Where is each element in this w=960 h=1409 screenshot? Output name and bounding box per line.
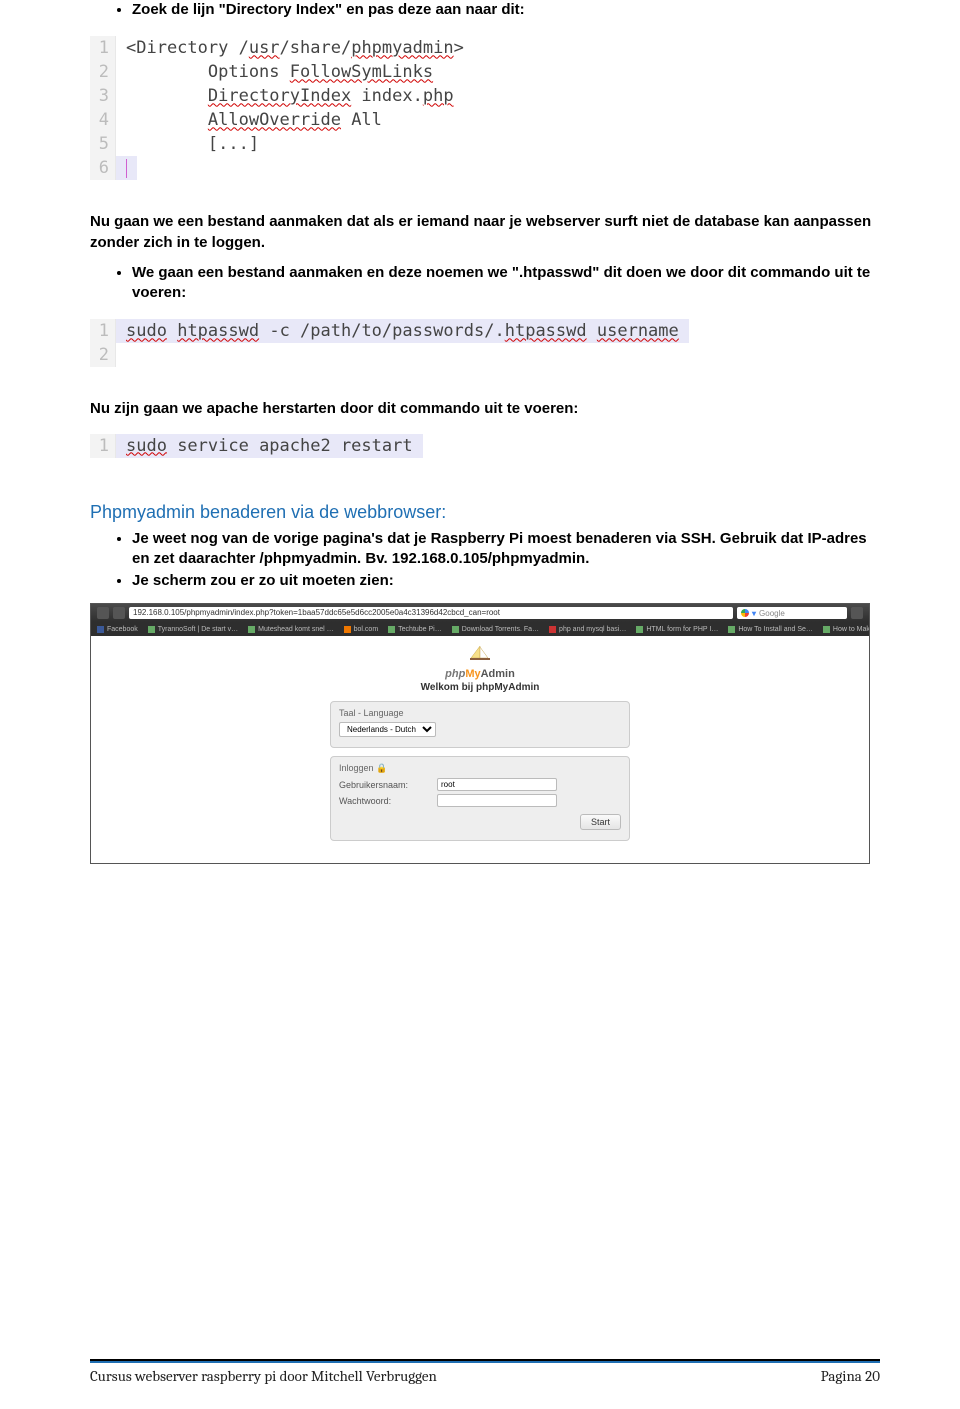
browser-toolbar: 192.168.0.105/phpmyadmin/index.php?token…: [91, 604, 869, 622]
panel-title: Inloggen 🔒: [339, 763, 621, 774]
bookmark-item[interactable]: Facebook: [97, 626, 138, 633]
bookmark-item[interactable]: TyrannoSoft | De start v…: [148, 626, 238, 633]
panel-title: Taal - Language: [339, 708, 621, 718]
favicon-icon: [344, 626, 351, 633]
logo-php: php: [445, 668, 465, 680]
favicon-icon: [823, 626, 830, 633]
bookmark-item[interactable]: HTML form for PHP I…: [636, 626, 718, 633]
bullet-text: Je scherm zou er zo uit moeten zien:: [132, 572, 394, 589]
bookmark-item[interactable]: bol.com: [344, 626, 379, 633]
favicon-icon: [388, 626, 395, 633]
bookmark-label: bol.com: [354, 626, 379, 633]
favicon-icon: [728, 626, 735, 633]
welcome-text: Welkom bij phpMyAdmin: [421, 682, 540, 693]
nav-back-icon[interactable]: [97, 607, 109, 619]
bookmark-label: Download Torrents. Fa…: [462, 626, 539, 633]
code-block-1: 1<Directory /usr/share/phpmyadmin>2 Opti…: [90, 36, 550, 180]
url-text: 192.168.0.105/phpmyadmin/index.php?token…: [133, 608, 500, 617]
bullet-group-2: We gaan een bestand aanmaken en deze noe…: [90, 263, 880, 304]
footer-right: Pagina 20: [821, 1367, 880, 1385]
bookmark-label: Facebook: [107, 626, 138, 633]
page-footer: Cursus webserver raspberry pi door Mitch…: [90, 1359, 880, 1385]
bookmark-label: Muteshead komt snel …: [258, 626, 333, 633]
favicon-icon: [549, 626, 556, 633]
paragraph-text: Nu zijn gaan we apache herstarten door d…: [90, 400, 578, 417]
heading-text: Phpmyadmin benaderen via de webbrowser:: [90, 502, 446, 522]
code-block-3: 1sudo service apache2 restart: [90, 434, 480, 458]
username-input[interactable]: [437, 778, 557, 791]
footer-left: Cursus webserver raspberry pi door Mitch…: [90, 1367, 437, 1385]
language-select[interactable]: Nederlands - Dutch: [339, 722, 436, 737]
bullet-item: Zoek de lijn "Directory Index" en pas de…: [132, 0, 880, 20]
start-button[interactable]: Start: [580, 814, 621, 830]
bookmark-item[interactable]: php and mysql basi…: [549, 626, 626, 633]
favicon-icon: [452, 626, 459, 633]
bookmark-label: How to Make a Raspb…: [833, 626, 869, 633]
bookmarks-bar: Facebook TyrannoSoft | De start v… Muteshe…: [91, 622, 869, 636]
address-bar[interactable]: 192.168.0.105/phpmyadmin/index.php?token…: [129, 607, 733, 619]
bookmark-item[interactable]: Download Torrents. Fa…: [452, 626, 539, 633]
password-label: Wachtwoord:: [339, 796, 429, 806]
code-block-2: 1sudo htpasswd -c /path/to/passwords/.ht…: [90, 319, 750, 367]
logo-my: My: [465, 668, 480, 680]
paragraph-text: Nu gaan we een bestand aanmaken dat als …: [90, 213, 871, 250]
bookmark-item[interactable]: Muteshead komt snel …: [248, 626, 333, 633]
bullet-group-3: Je weet nog van de vorige pagina's dat j…: [90, 529, 880, 592]
login-panel: Inloggen 🔒 Gebruikersnaam: Wachtwoord: S…: [330, 756, 630, 841]
favicon-icon: [97, 626, 104, 633]
language-panel: Taal - Language Nederlands - Dutch: [330, 701, 630, 748]
bookmark-item[interactable]: How To Install and Se…: [728, 626, 813, 633]
nav-forward-icon[interactable]: [113, 607, 125, 619]
bookmark-label: php and mysql basi…: [559, 626, 626, 633]
search-box[interactable]: ▾ Google: [737, 607, 847, 619]
password-input[interactable]: [437, 794, 557, 807]
bookmark-label: Techtube Pi…: [398, 626, 442, 633]
bookmark-item[interactable]: Techtube Pi…: [388, 626, 442, 633]
paragraph-1: Nu gaan we een bestand aanmaken dat als …: [90, 212, 880, 253]
bookmark-label: HTML form for PHP I…: [646, 626, 718, 633]
bullet-item: Je weet nog van de vorige pagina's dat j…: [132, 529, 880, 570]
bullet-text: Zoek de lijn "Directory Index" en pas de…: [132, 1, 525, 18]
footer-rule: [90, 1359, 880, 1363]
phpmyadmin-sail-icon: [470, 646, 490, 660]
bullet-text: We gaan een bestand aanmaken en deze noe…: [132, 264, 870, 301]
bullet-group-1: Zoek de lijn "Directory Index" en pas de…: [90, 0, 880, 20]
favicon-icon: [636, 626, 643, 633]
page-content: phpMyAdmin Welkom bij phpMyAdmin Taal - …: [91, 636, 869, 863]
home-icon[interactable]: [851, 607, 863, 619]
bookmark-label: TyrannoSoft | De start v…: [158, 626, 238, 633]
username-label: Gebruikersnaam:: [339, 780, 429, 790]
bookmark-label: How To Install and Se…: [738, 626, 813, 633]
bullet-item: Je scherm zou er zo uit moeten zien:: [132, 571, 880, 591]
browser-screenshot: 192.168.0.105/phpmyadmin/index.php?token…: [90, 603, 870, 864]
favicon-icon: [248, 626, 255, 633]
start-button-label: Start: [591, 817, 610, 827]
section-heading: Phpmyadmin benaderen via de webbrowser:: [90, 502, 880, 523]
phpmyadmin-logo: phpMyAdmin: [445, 668, 515, 680]
paragraph-2: Nu zijn gaan we apache herstarten door d…: [90, 399, 880, 419]
google-icon: [741, 609, 749, 617]
favicon-icon: [148, 626, 155, 633]
bullet-item: We gaan een bestand aanmaken en deze noe…: [132, 263, 880, 304]
search-placeholder: Google: [759, 609, 785, 618]
bookmark-item[interactable]: How to Make a Raspb…: [823, 626, 869, 633]
logo-admin: Admin: [481, 668, 515, 680]
bullet-text: Je weet nog van de vorige pagina's dat j…: [132, 530, 867, 567]
